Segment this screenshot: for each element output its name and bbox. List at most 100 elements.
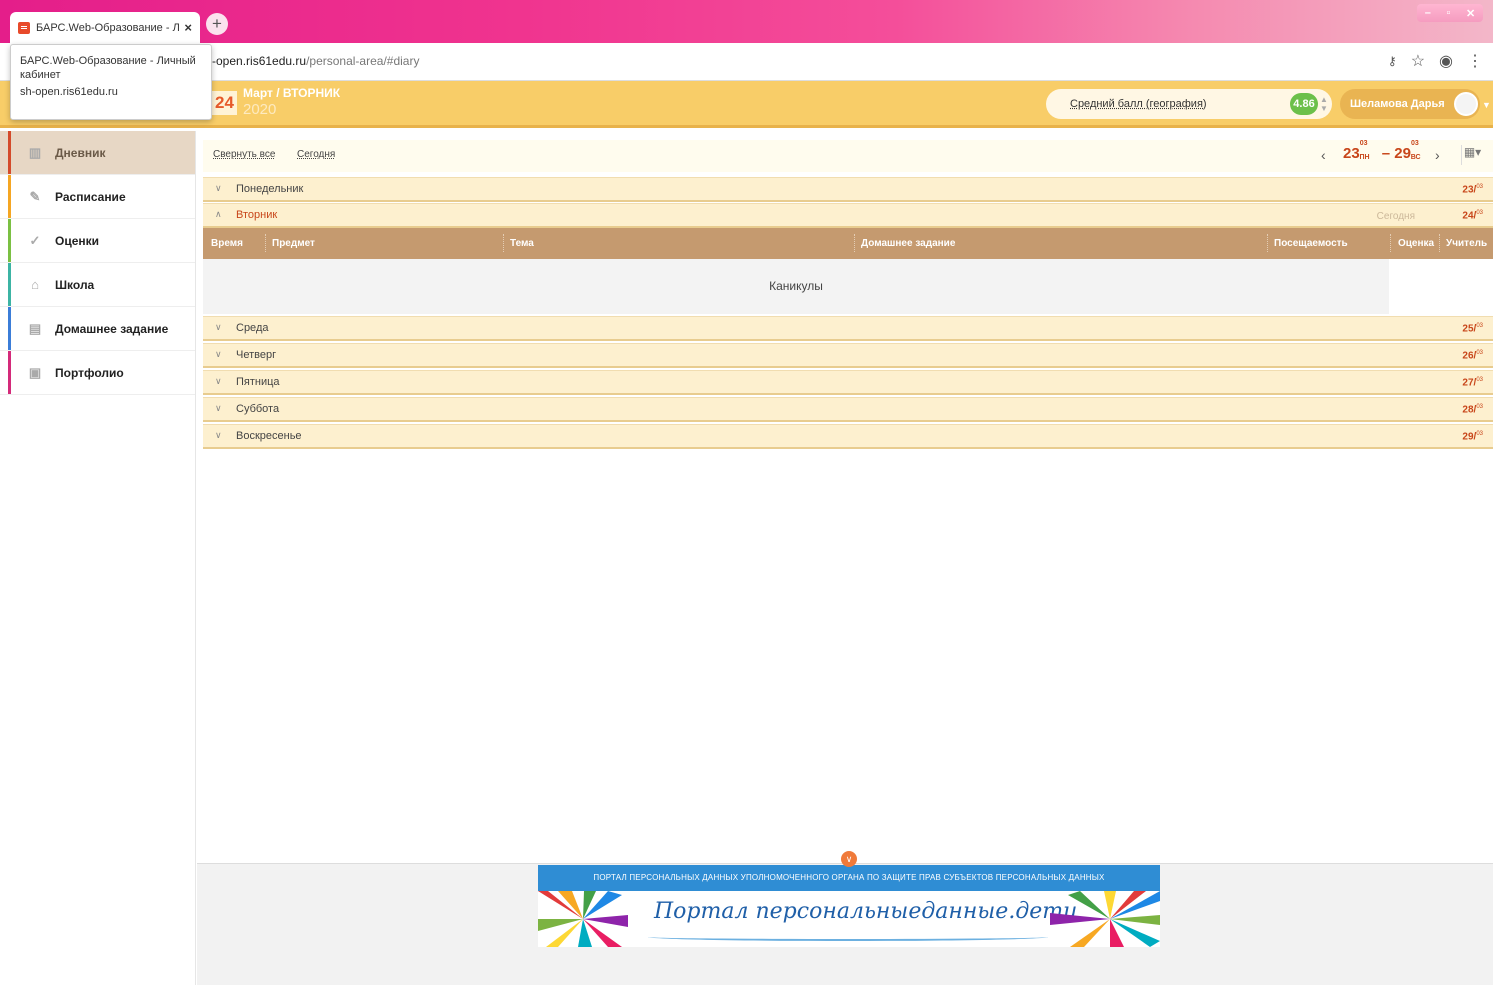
banner-body: Портал персональныеданные.дети [538,891,1160,947]
tab-close-icon[interactable]: × [184,20,192,35]
holiday-message: Каникулы [203,259,1389,314]
book-icon: ▥ [28,144,42,160]
sidebar-item-schedule[interactable]: ✎ Расписание [0,175,195,219]
day-date: 26/03 [1462,350,1483,362]
week-start-day: 23 [1343,145,1360,162]
day-month: 03 [1476,210,1483,216]
day-number: 28 [1462,404,1474,416]
key-icon[interactable]: ⚷ [1388,54,1397,68]
pencils-right-icon [1050,891,1160,947]
maximize-icon[interactable]: ▫ [1446,7,1450,19]
tab-tooltip: БАРС.Web-Образование - Личный кабинет sh… [10,44,212,120]
day-date: 24/03 [1462,210,1483,222]
sidebar-item-school[interactable]: ⌂ Школа [0,263,195,307]
day-number: 26 [1462,350,1474,362]
chevron-down-icon[interactable]: ▼ [1482,100,1491,110]
week-end-dow: ВС [1410,154,1421,161]
day-month: 03 [1476,377,1483,383]
average-grade-value: 4.86 [1290,93,1318,115]
school-icon: ⌂ [31,277,39,292]
diary-toolbar: Свернуть все Сегодня ‹ 2303ПН – 2903ВС ›… [203,140,1493,172]
week-end-day: 29 [1394,145,1411,162]
today-label: Сегодня [1376,211,1415,222]
day-row-saturday[interactable]: ∨ Суббота 28/03 [203,397,1493,422]
chevron-down-icon: ∨ [215,322,222,332]
sidebar-item-grades[interactable]: ✓ Оценки [0,219,195,263]
account-icon[interactable]: ◉ [1439,51,1453,71]
chevron-up-icon: ∧ [215,209,222,219]
banner-caption: ПОРТАЛ ПЕРСОНАЛЬНЫХ ДАННЫХ УПОЛНОМОЧЕННО… [538,865,1160,891]
day-month: 03 [1476,404,1483,410]
lessons-table-header: Время Предмет Тема Домашнее задание Посе… [203,228,1493,259]
day-number: 27 [1462,377,1474,389]
sidebar-item-label: Домашнее задание [55,321,169,336]
url-path: /personal-area/#diary [306,54,420,68]
column-grade: Оценка [1398,238,1435,249]
tab-title: БАРС.Web-Образование - Личн [36,21,180,34]
site-favicon-icon [18,21,30,34]
column-teacher: Учитель [1446,238,1488,249]
collapse-all-link[interactable]: Свернуть все [213,149,275,160]
day-row-sunday[interactable]: ∨ Воскресенье 29/03 [203,424,1493,449]
column-subject: Предмет [272,238,315,249]
sidebar-item-diary[interactable]: ▥ Дневник [0,131,195,175]
sidebar-item-label: Школа [55,277,95,292]
week-start-month: 03 [1359,140,1368,147]
day-date: 23/03 [1462,184,1483,196]
today-link[interactable]: Сегодня [297,149,335,160]
day-name: Четверг [236,349,277,361]
banner-title: Портал персональныеданные.дети [654,899,1078,924]
day-number: 24 [1462,210,1474,222]
day-row-wednesday[interactable]: ∨ Среда 25/03 [203,316,1493,341]
chevron-right-icon[interactable]: › [1435,147,1440,163]
check-icon: ✓ [29,232,41,248]
sidebar: ▥ Дневник ✎ Расписание ✓ Оценки ⌂ Школа … [0,131,196,985]
homework-icon: ▤ [28,320,42,336]
user-menu[interactable]: Шеламова Дарья [1340,89,1480,119]
sidebar-item-label: Оценки [55,233,100,248]
day-row-tuesday[interactable]: ∧ Вторник Сегодня 24/03 [203,203,1493,228]
day-row-thursday[interactable]: ∨ Четверг 26/03 [203,343,1493,368]
day-month: 03 [1476,431,1483,437]
column-topic: Тема [510,238,534,249]
tooltip-url: sh-open.ris61edu.ru [20,86,118,98]
day-month: 03 [1476,323,1483,329]
close-icon[interactable]: ✕ [1466,7,1475,20]
menu-icon[interactable]: ⋮ [1467,51,1483,71]
day-row-friday[interactable]: ∨ Пятница 27/03 [203,370,1493,395]
url-field[interactable]: -open.ris61edu.ru/personal-area/#diary [212,54,419,68]
sidebar-item-portfolio[interactable]: ▣ Портфолио [0,351,195,395]
chevron-down-icon: ∨ [215,376,222,386]
pen-icon: ✎ [29,188,41,204]
chevron-left-icon[interactable]: ‹ [1321,147,1326,163]
chevron-down-icon: ∨ [215,403,222,413]
day-date: 29/03 [1462,431,1483,443]
tooltip-title: БАРС.Web-Образование - Личный кабинет [20,55,196,81]
day-name: Среда [236,322,269,334]
new-tab-button[interactable]: + [206,13,228,35]
sidebar-item-homework[interactable]: ▤ Домашнее задание [0,307,195,351]
average-grade-selector[interactable]: Средний балл (география) 4.86 ▲ ▼ [1046,89,1332,119]
minimize-icon[interactable]: – [1425,7,1431,19]
day-name: Суббота [236,403,280,415]
day-row-monday[interactable]: ∨ Понедельник 23/03 [203,177,1493,202]
star-icon[interactable]: ☆ [1411,51,1425,71]
column-attendance: Посещаемость [1274,238,1348,249]
personal-data-portal-banner[interactable]: ПОРТАЛ ПЕРСОНАЛЬНЫХ ДАННЫХ УПОЛНОМОЧЕННО… [538,865,1160,947]
browser-tab[interactable]: БАРС.Web-Образование - Личн × [10,12,200,43]
current-month-weekday: Март / ВТОРНИК [243,86,341,100]
banner-swoosh [648,933,1048,941]
day-number: 23 [1462,184,1474,196]
footer-toggle-icon[interactable]: ∨ [841,851,857,867]
chevron-down-icon: ∨ [215,183,222,193]
address-bar-icons: ⚷ ☆ ◉ ⋮ [1388,51,1483,71]
column-homework: Домашнее задание [861,238,956,249]
spinner-icon[interactable]: ▲ ▼ [1320,95,1328,113]
calendar-icon[interactable]: ▦▾ [1461,145,1483,165]
day-number: 25 [1462,323,1474,335]
avatar [1454,92,1478,116]
average-grade-label[interactable]: Средний балл (география) [1070,98,1207,110]
day-name: Пятница [236,376,280,388]
app-header: 24 Март / ВТОРНИК 2020 Средний балл (гео… [0,81,1493,128]
user-name: Шеламова Дарья [1350,98,1445,110]
